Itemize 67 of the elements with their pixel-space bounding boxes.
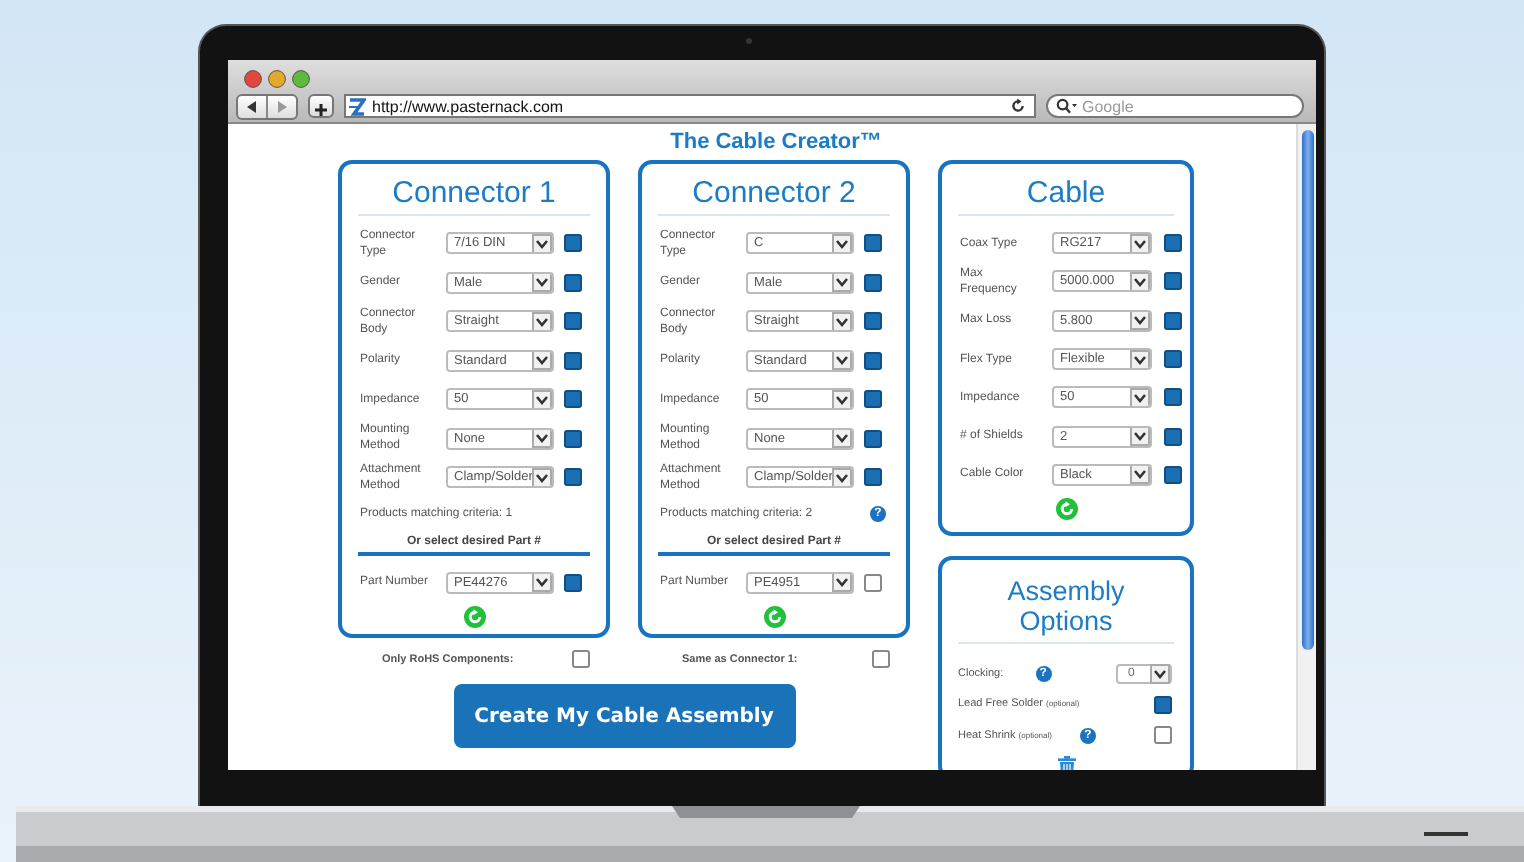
checkbox[interactable]	[564, 234, 582, 253]
checkbox[interactable]	[864, 273, 882, 292]
close-button[interactable]	[244, 69, 262, 87]
caret-icon	[1130, 272, 1150, 291]
panel-title: Cable	[958, 164, 1174, 216]
checkbox[interactable]	[1164, 427, 1182, 446]
checkbox[interactable]	[864, 429, 882, 448]
caret-icon	[1130, 234, 1150, 253]
add-button[interactable]	[308, 94, 334, 118]
checkbox[interactable]	[572, 650, 590, 668]
maximize-button[interactable]	[292, 69, 310, 87]
caret-icon	[832, 390, 852, 409]
reload-icon[interactable]	[1010, 98, 1026, 114]
submit-button[interactable]: Create My Cable Assembly	[453, 684, 795, 748]
caret-icon	[532, 273, 552, 292]
checkbox[interactable]	[864, 468, 882, 487]
checkbox[interactable]	[872, 650, 890, 668]
caret-icon	[532, 468, 552, 487]
caret-icon	[832, 468, 852, 487]
caret-icon	[532, 390, 552, 409]
caret-icon	[832, 273, 852, 292]
checkbox[interactable]	[1154, 695, 1172, 714]
checkbox[interactable]	[1164, 272, 1182, 291]
checkbox[interactable]	[1154, 726, 1172, 745]
caret-icon	[532, 234, 552, 253]
caret-icon	[1130, 350, 1150, 369]
caret-icon	[532, 312, 552, 331]
checkbox[interactable]	[1164, 234, 1182, 253]
caret-icon	[1130, 311, 1150, 330]
checkbox[interactable]	[564, 390, 582, 409]
checkbox[interactable]	[1164, 350, 1182, 369]
checkbox[interactable]	[864, 351, 882, 370]
address-field[interactable]: http://www.pasternack.com	[344, 94, 1036, 118]
checkbox[interactable]	[564, 429, 582, 448]
caret-icon	[832, 234, 852, 253]
caret-icon	[532, 429, 552, 448]
checkbox[interactable]	[564, 312, 582, 331]
plus-icon	[310, 100, 332, 120]
scrollbar[interactable]	[1296, 124, 1316, 770]
checkbox[interactable]	[864, 234, 882, 253]
caret-icon	[1150, 663, 1170, 684]
checkbox[interactable]	[1164, 311, 1182, 330]
checkbox[interactable]	[1164, 465, 1182, 484]
checkbox[interactable]	[564, 468, 582, 487]
site-logo-icon	[348, 97, 366, 115]
caret-icon	[532, 573, 552, 592]
panel-title: Connector 2	[658, 164, 890, 216]
caret-icon	[832, 573, 852, 592]
checkbox[interactable]	[564, 351, 582, 370]
caret-icon	[832, 351, 852, 370]
page-title: The Cable Creator™	[668, 130, 884, 154]
checkbox[interactable]	[564, 573, 582, 592]
caret-icon	[532, 351, 552, 370]
minimize-button[interactable]	[268, 69, 286, 87]
caret-icon	[1130, 465, 1150, 484]
caret-icon	[1130, 427, 1150, 446]
search-icon	[1056, 98, 1078, 114]
caret-icon	[832, 429, 852, 448]
checkbox[interactable]	[1164, 388, 1182, 407]
panel-title: Connector 1	[358, 164, 590, 216]
caret-icon	[832, 312, 852, 331]
caret-icon	[1130, 388, 1150, 407]
checkbox[interactable]	[864, 573, 882, 592]
panel-title: Assembly Options	[958, 560, 1174, 644]
checkbox[interactable]	[564, 273, 582, 292]
checkbox[interactable]	[864, 312, 882, 331]
checkbox[interactable]	[864, 390, 882, 409]
